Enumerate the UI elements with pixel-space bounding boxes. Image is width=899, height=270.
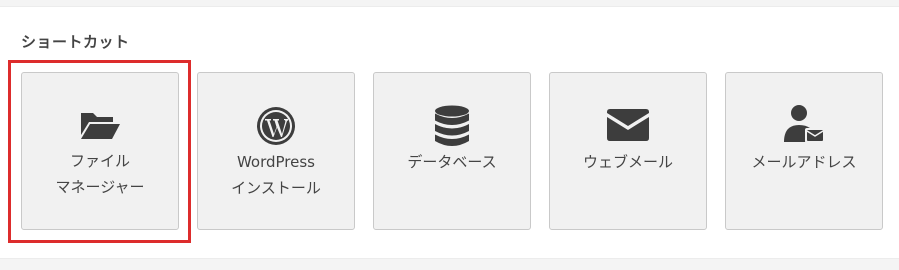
folder-open-icon	[22, 109, 178, 145]
shortcut-label-line2: マネージャー	[55, 178, 145, 196]
shortcut-label: データベース	[374, 149, 530, 175]
shortcut-label: WordPress インストール	[198, 149, 354, 201]
shortcut-label-line1: WordPress	[236, 153, 316, 171]
shortcut-label: メールアドレス	[726, 149, 882, 175]
top-divider-strip	[0, 0, 899, 7]
shortcut-mail-address[interactable]: メールアドレス	[725, 72, 883, 230]
shortcut-label-line1: ファイル	[69, 152, 130, 170]
shortcut-label: ウェブメール	[550, 149, 706, 175]
wordpress-icon	[198, 106, 354, 150]
shortcut-label-line1: メールアドレス	[751, 153, 857, 171]
bottom-divider-strip	[0, 258, 899, 270]
shortcut-database[interactable]: データベース	[373, 72, 531, 230]
database-icon	[374, 105, 530, 151]
shortcut-webmail[interactable]: ウェブメール	[549, 72, 707, 230]
shortcut-wordpress-install[interactable]: WordPress インストール	[197, 72, 355, 230]
section-title: ショートカット	[21, 33, 130, 51]
shortcut-label-line1: データベース	[407, 153, 497, 171]
envelope-icon	[550, 109, 706, 145]
shortcut-file-manager[interactable]: ファイル マネージャー	[21, 72, 179, 230]
mail-user-icon	[726, 104, 882, 148]
shortcut-label-line2: インストール	[231, 179, 321, 197]
shortcut-label: ファイル マネージャー	[22, 148, 178, 200]
shortcut-label-line1: ウェブメール	[582, 153, 673, 171]
